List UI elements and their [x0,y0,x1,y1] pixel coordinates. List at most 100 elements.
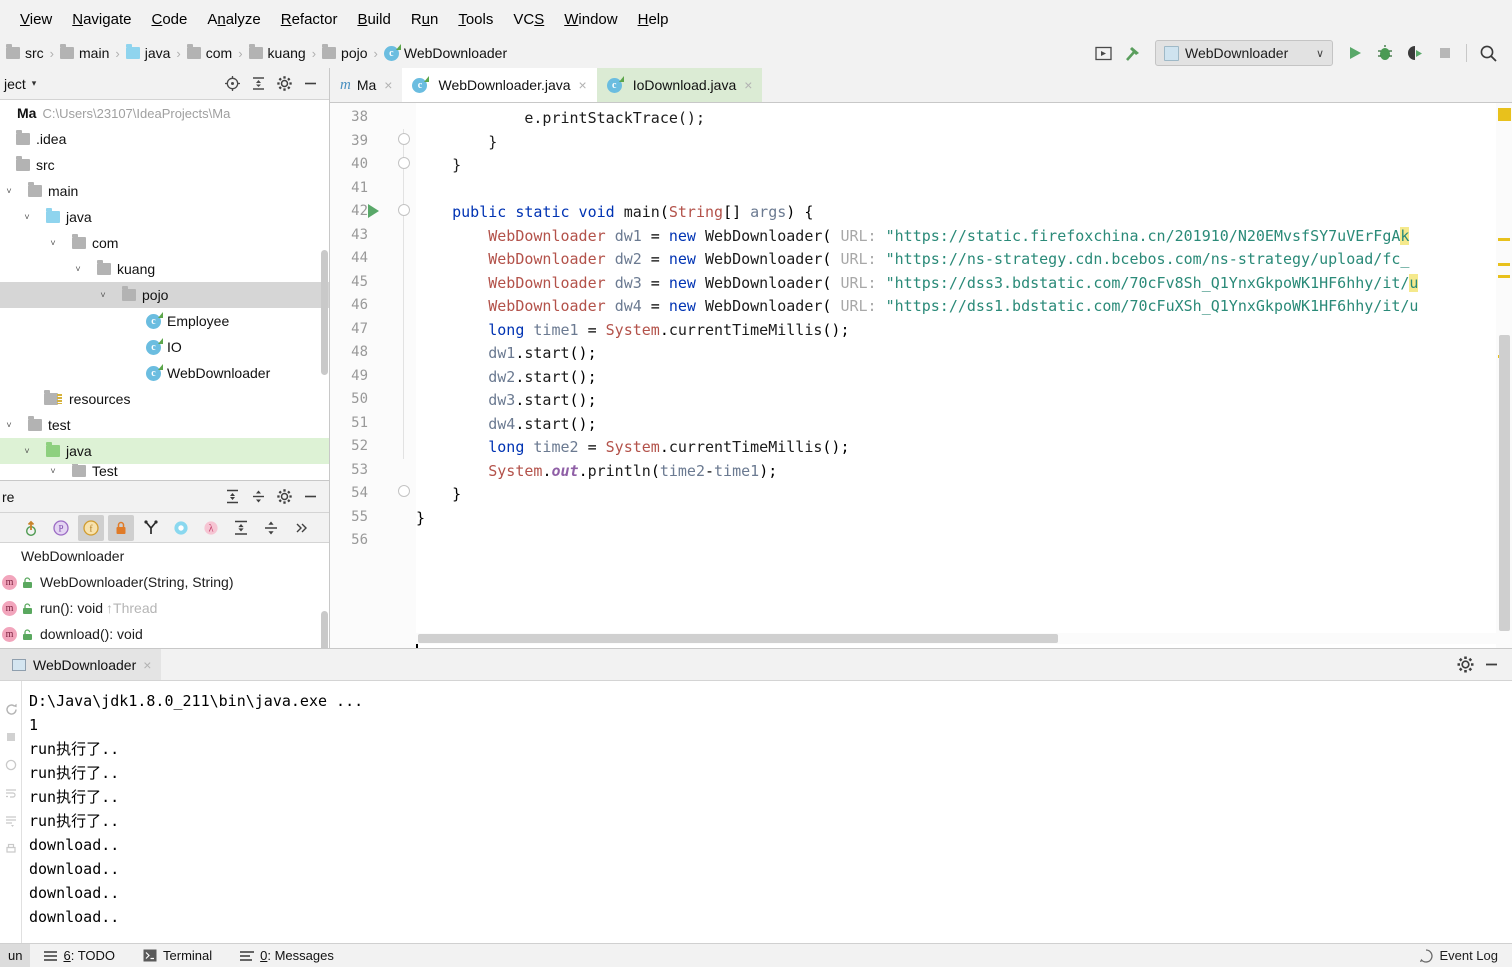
breadcrumb-item-pojo[interactable]: pojo [322,44,368,61]
status-run-tab[interactable]: un [0,944,31,967]
collapse-all-icon[interactable] [258,515,284,541]
structure-item-run[interactable]: m run(): void ↑Thread [0,595,329,621]
status-event-log[interactable]: Event Log [1419,948,1512,963]
gear-icon[interactable] [271,72,297,96]
tree-row-io[interactable]: c IO [0,334,329,360]
console-output[interactable]: D:\Java\jdk1.8.0_211\bin\java.exe ... 1 … [23,681,1512,944]
stop-icon[interactable] [0,723,22,751]
editor-gutter[interactable]: 38 39 40 41 42 43 44 45 46 47 48 49 50 5… [330,103,416,648]
tree-twisty[interactable]: ˅ [20,212,34,222]
status-item-messages[interactable]: 0: Messages [226,948,348,963]
show-properties-icon[interactable]: P [48,515,74,541]
run-tab-webdownloader[interactable]: WebDownloader × [0,649,162,680]
chevron-down-icon[interactable]: ▾ [32,78,37,89]
menu-item-navigate[interactable]: Navigate [62,9,141,30]
tree-row-webdownloader[interactable]: c WebDownloader [0,360,329,386]
close-icon[interactable]: × [579,77,587,93]
editor-hscrollbar-thumb[interactable] [418,634,1058,643]
tab-iodownload-java[interactable]: c IoDownload.java × [596,68,763,102]
warning-status-chip[interactable] [1498,108,1511,121]
build-hammer-icon[interactable] [1119,41,1147,65]
hide-icon[interactable] [297,72,323,96]
trace-icon[interactable] [0,751,22,779]
status-item-terminal[interactable]: Terminal [129,948,226,963]
tree-row-idea[interactable]: .idea [0,126,329,152]
tree-twisty[interactable]: ˅ [2,420,16,430]
show-inherited-icon[interactable] [138,515,164,541]
menu-item-view[interactable]: VViewiew [10,9,62,30]
menu-item-window[interactable]: Window [554,9,627,30]
expand-all-icon[interactable] [228,515,254,541]
tree-twisty[interactable]: ˅ [46,466,60,476]
more-chevrons-icon[interactable] [288,515,314,541]
tree-twisty[interactable]: ˅ [20,446,34,456]
tree-row-project-root[interactable]: Ma C:\Users\23107\IdeaProjects\Ma [0,100,329,126]
editor-vscrollbar-thumb[interactable] [1499,335,1510,631]
menu-item-run[interactable]: Run [401,9,449,30]
expand-all-icon[interactable] [219,485,245,509]
warning-marker[interactable] [1498,263,1510,266]
hide-icon[interactable] [297,485,323,509]
warning-marker[interactable] [1498,275,1510,278]
tree-twisty[interactable]: ˅ [2,186,16,196]
run-icon[interactable] [1341,41,1369,65]
run-configuration-selector[interactable]: WebDownloader ∨ [1155,40,1333,66]
collapse-all-icon[interactable] [245,72,271,96]
tree-row-employee[interactable]: c Employee [0,308,329,334]
breadcrumb-item-com[interactable]: com [186,44,232,61]
fold-marker-icon[interactable] [398,485,410,497]
show-lambdas-icon[interactable]: λ [198,515,224,541]
structure-item-class[interactable]: WebDownloader [0,543,329,569]
tree-row-test-java[interactable]: ˅ java [0,438,329,464]
project-tree-scrollbar[interactable] [321,250,328,375]
run-coverage-icon[interactable] [1401,41,1429,65]
gear-icon[interactable] [271,485,297,509]
search-icon[interactable] [1474,41,1502,65]
breadcrumb-item-src[interactable]: src [6,44,44,61]
debug-icon[interactable] [1371,41,1399,65]
code-editor[interactable]: 38 39 40 41 42 43 44 45 46 47 48 49 50 5… [330,103,1512,648]
breadcrumb-item-java[interactable]: java [125,44,170,61]
close-icon[interactable]: × [143,657,151,673]
hide-icon[interactable] [1478,653,1504,677]
breadcrumb-item-kuang[interactable]: kuang [248,44,306,61]
show-fields-icon[interactable]: f [78,514,104,541]
tree-row-pojo[interactable]: ˅ pojo [0,282,329,308]
fold-marker-icon[interactable] [398,133,410,145]
gear-icon[interactable] [1452,653,1478,677]
menu-item-help[interactable]: Help [628,9,679,30]
menu-item-vcs[interactable]: VCS [503,9,554,30]
rerun-icon[interactable] [0,695,22,723]
print-icon[interactable] [0,835,22,863]
tree-row-kuang[interactable]: ˅ kuang [0,256,329,282]
editor-marker-bar[interactable] [1496,103,1512,648]
show-anonymous-icon[interactable] [168,515,194,541]
gutter-run-icon[interactable] [368,204,379,218]
tree-twisty[interactable]: ˅ [96,290,110,300]
close-icon[interactable]: × [384,77,392,93]
breadcrumb-item-webdownloader[interactable]: c WebDownloader [383,43,507,61]
menu-item-tools[interactable]: Tools [448,9,503,30]
tab-maven[interactable]: m Ma × [330,68,402,102]
scroll-to-end-icon[interactable] [0,807,22,835]
collapse-all-icon[interactable] [245,485,271,509]
tree-row-src[interactable]: src [0,152,329,178]
locate-icon[interactable] [219,72,245,96]
tree-twisty[interactable]: ˅ [71,264,85,274]
menu-item-code[interactable]: Code [141,9,197,30]
tree-row-test[interactable]: ˅ test [0,412,329,438]
code-text[interactable]: e.printStackTrace(); } } public static v… [416,103,1512,648]
tab-webdownloader-java[interactable]: c WebDownloader.java × [402,68,597,102]
structure-item-constructor[interactable]: m WebDownloader(String, String) [0,569,329,595]
open-terminal-icon[interactable] [1089,41,1117,65]
tree-row-com[interactable]: ˅ com [0,230,329,256]
fold-marker-icon[interactable] [398,157,410,169]
soft-wrap-icon[interactable] [0,779,22,807]
status-item-todo[interactable]: 6: TODO [30,948,129,963]
tree-row-java[interactable]: ˅ java [0,204,329,230]
breadcrumb-item-main[interactable]: main [60,44,109,61]
menu-item-analyze[interactable]: Analyze [197,9,270,30]
tree-row-resources[interactable]: resources [0,386,329,412]
fold-marker-icon[interactable] [398,204,410,216]
tree-row-main[interactable]: ˅ main [0,178,329,204]
